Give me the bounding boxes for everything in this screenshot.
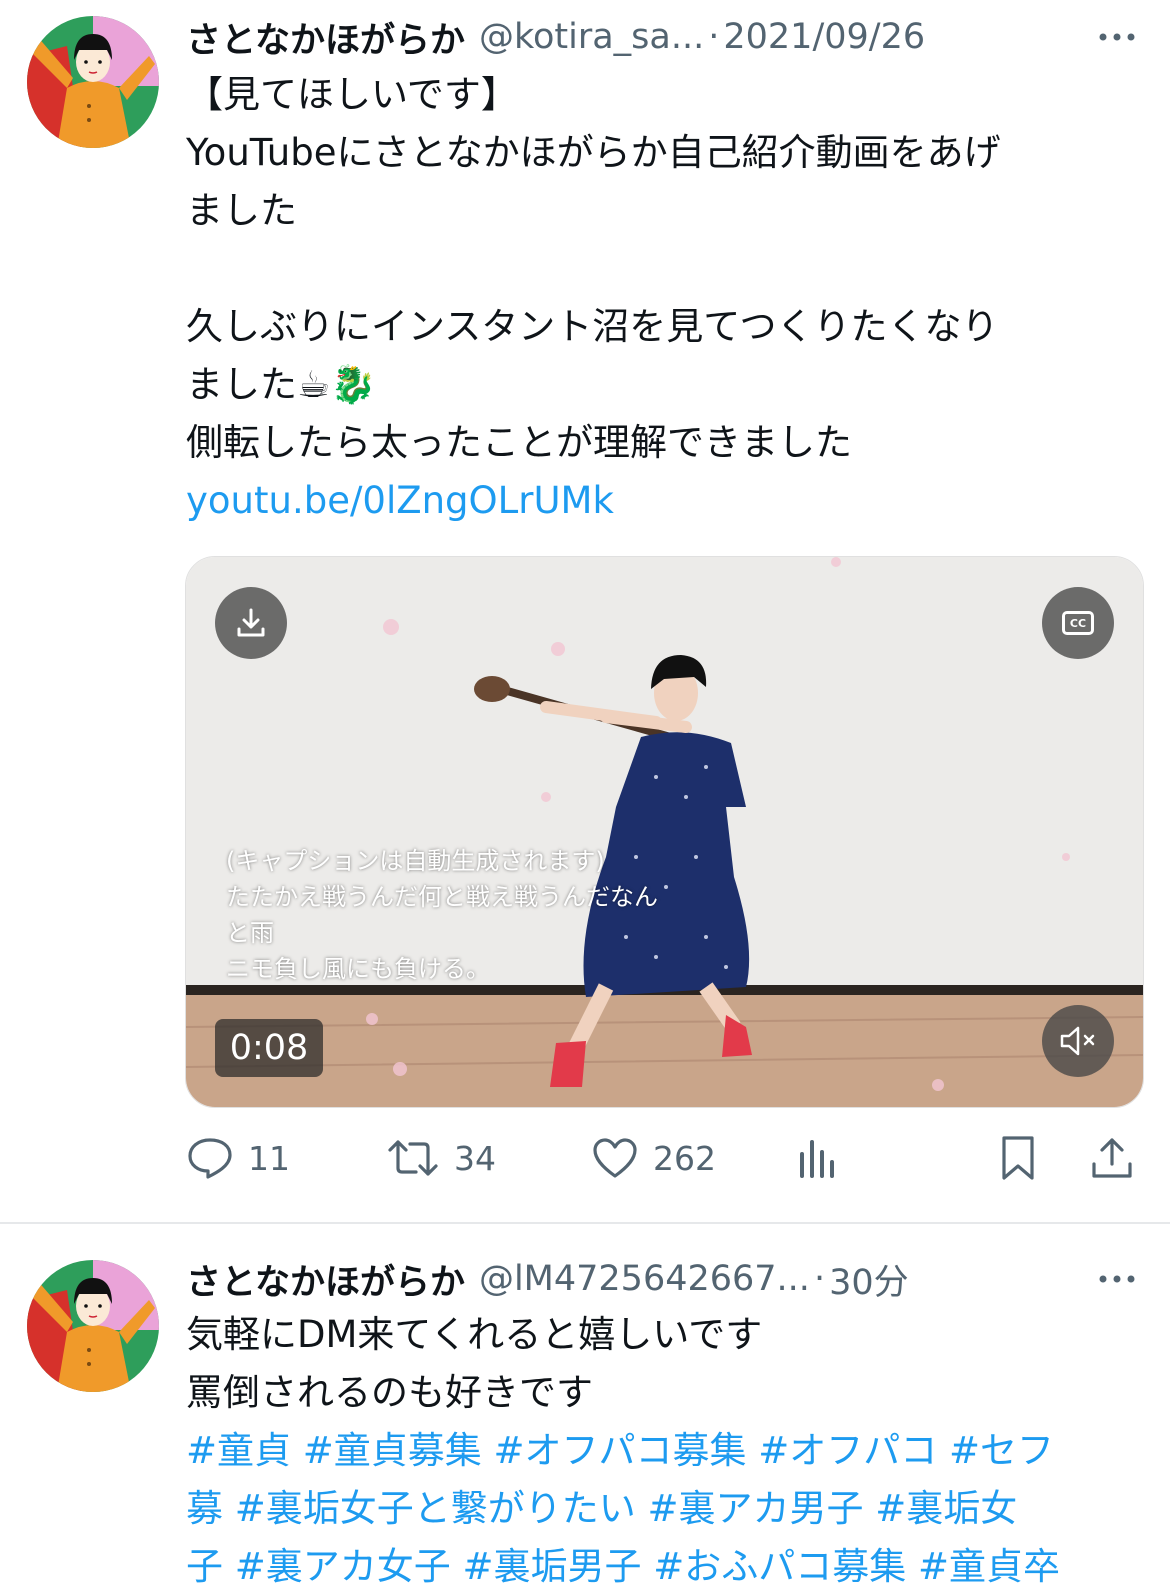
youtube-link[interactable]: youtu.be/0lZngOLrUMk (186, 472, 1146, 530)
share-button[interactable] (1088, 1130, 1136, 1186)
tweet-1[interactable]: さとなかほがらか @kotira_sa... · 2021/09/26 【見てほ… (0, 0, 1170, 1222)
mute-button[interactable] (1042, 1005, 1114, 1077)
hashtag-line[interactable]: 子 #裏アカ女子 #裏垢男子 #おふパコ募集 #童貞卒 (186, 1538, 1146, 1596)
tweet-header: さとなかほがらか @kotira_sa... · 2021/09/26 (186, 12, 1150, 62)
author-handle[interactable]: @lM4725642667... (479, 1259, 810, 1299)
volume-muted-icon (1060, 1026, 1095, 1056)
more-options-icon[interactable] (1092, 1254, 1142, 1304)
heart-icon (593, 1138, 637, 1178)
avatar[interactable] (27, 1260, 159, 1392)
author-name[interactable]: さとなかほがらか (186, 12, 465, 63)
hashtag-line[interactable]: #童貞 #童貞募集 #オフパコ募集 #オフパコ #セフ (186, 1422, 1146, 1480)
like-count: 262 (653, 1138, 716, 1178)
avatar-illustration (27, 16, 159, 148)
tweet-text-line: 気軽にDM来てくれると嬉しいです (186, 1313, 763, 1356)
more-options-icon[interactable] (1092, 12, 1142, 62)
hashtag-line[interactable]: 募 #裏垢女子と繋がりたい #裏アカ男子 #裏垢女 (186, 1480, 1146, 1538)
caption-line: と雨 (226, 919, 274, 947)
video-player[interactable]: CC (キャプションは自動生成されます) たたかえ戦うんだ何と戦え戦うんだなん … (185, 556, 1144, 1108)
share-icon (1092, 1138, 1132, 1178)
video-captions: (キャプションは自動生成されます) たたかえ戦うんだ何と戦え戦うんだなん と雨 … (226, 843, 658, 987)
tweet-text-line: YouTubeにさとなかほがらか自己紹介動画をあげ (186, 131, 1001, 174)
tweet-timestamp[interactable]: 2021/09/26 (723, 17, 925, 57)
tweet-text-line: 側転したら太ったことが理解できました (186, 421, 852, 464)
author-name[interactable]: さとなかほがらか (186, 1254, 465, 1305)
reply-icon (188, 1138, 232, 1179)
avatar[interactable] (27, 16, 159, 148)
tweet-text-line: ました (186, 189, 297, 232)
video-frame (186, 557, 1143, 1107)
reply-button[interactable]: 11 (186, 1130, 290, 1186)
analytics-icon (800, 1140, 834, 1178)
reply-count: 11 (248, 1138, 290, 1178)
caption-line: たたかえ戦うんだ何と戦え戦うんだなん (226, 883, 658, 911)
download-button[interactable] (215, 587, 287, 659)
tweet-header: さとなかほがらか @lM4725642667... · 30分 (186, 1254, 1150, 1304)
captions-button[interactable]: CC (1042, 587, 1114, 659)
analytics-button[interactable] (796, 1130, 840, 1186)
tweet-text-line: ました☕🐉 (186, 363, 377, 406)
tweet-text-line: 【見てほしいです】 (186, 73, 518, 116)
separator: · (708, 17, 720, 57)
cc-icon: CC (1062, 611, 1094, 635)
tweet-text: 気軽にDM来てくれると嬉しいです 罵倒されるのも好きです #童貞 #童貞募集 #… (186, 1306, 1146, 1596)
retweet-icon (388, 1140, 438, 1176)
tweet-2[interactable]: さとなかほがらか @lM4725642667... · 30分 気軽にDM来てく… (0, 1224, 1170, 1588)
retweet-count: 34 (454, 1138, 496, 1178)
tweet-text-line: 罵倒されるのも好きです (186, 1371, 593, 1414)
avatar-illustration (27, 1260, 159, 1392)
author-handle[interactable]: @kotira_sa... (479, 17, 704, 57)
caption-line: ニモ負し風にも負ける。 (226, 955, 490, 983)
video-timer: 0:08 (215, 1019, 323, 1077)
tweet-text-line: 久しぶりにインスタント沼を見てつくりたくなり (186, 305, 999, 348)
tweet-actions: 11 34 262 (186, 1130, 1146, 1186)
separator: · (813, 1259, 826, 1299)
retweet-button[interactable]: 34 (386, 1130, 496, 1186)
caption-line: (キャプションは自動生成されます) (226, 847, 605, 875)
bookmark-button[interactable] (998, 1130, 1038, 1186)
download-icon (237, 608, 265, 637)
like-button[interactable]: 262 (591, 1130, 716, 1186)
bookmark-icon (1002, 1136, 1034, 1180)
tweet-text: 【見てほしいです】 YouTubeにさとなかほがらか自己紹介動画をあげ ました … (186, 66, 1146, 530)
tweet-timestamp[interactable]: 30分 (829, 1254, 909, 1305)
